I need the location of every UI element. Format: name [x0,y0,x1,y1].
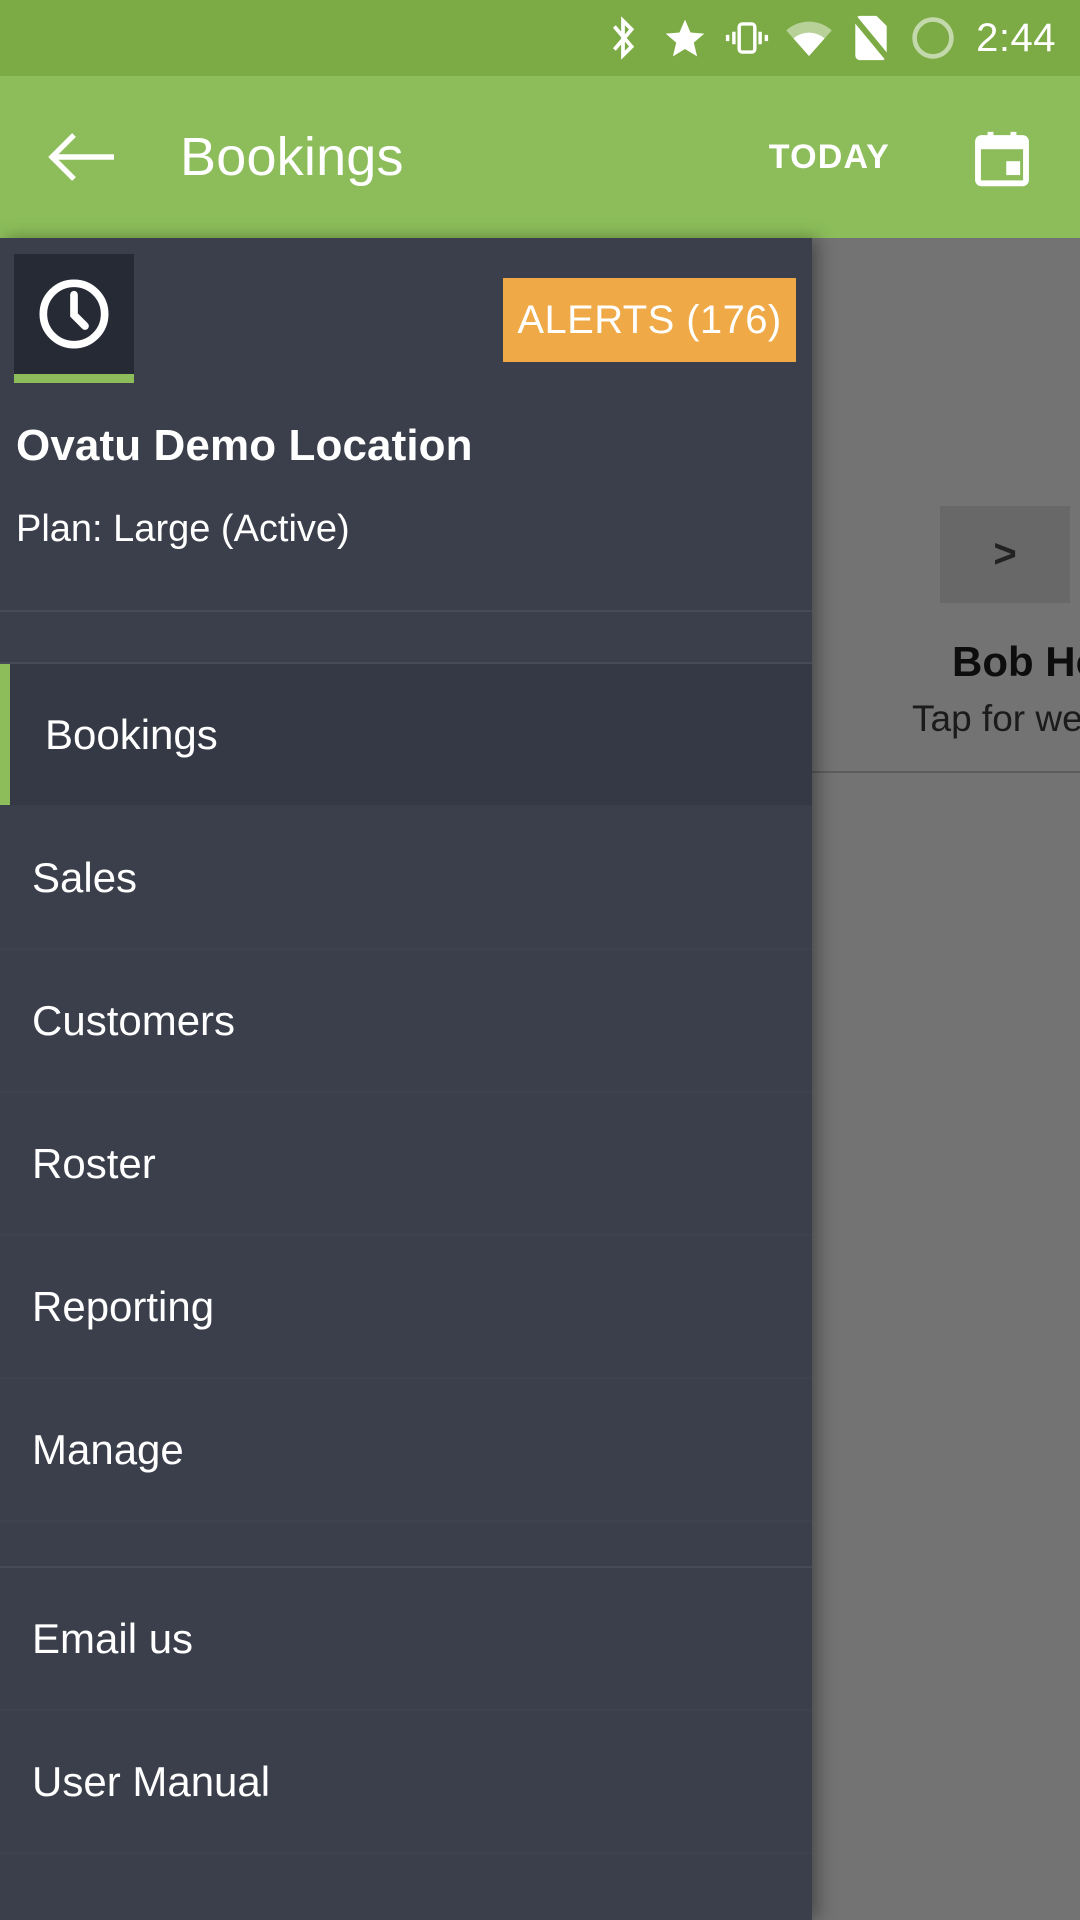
sidebar-item-label: Roster [32,1139,156,1187]
sidebar-item-label: Sales [32,853,138,901]
selection-accent-bar [0,1379,10,1520]
selection-accent-bar [0,1711,10,1852]
selection-accent-bar [0,664,10,805]
app-screen: > Bob Ho Tap for we + [0,0,1080,1920]
wifi-icon [778,0,840,76]
sidebar-item-reporting[interactable]: Reporting [0,1236,812,1379]
sidebar-item-label: Customers [32,996,236,1044]
status-bar: 2:44 [0,0,1080,76]
sidebar-item-label: Manage [32,1425,184,1473]
drawer-primary-nav: Bookings Sales Customers Roster Reporting Man… [0,664,812,1522]
status-icons: 2:44 [592,0,1066,76]
status-clock: 2:44 [976,15,1056,60]
drawer-secondary-nav: Email us User Manual [0,1568,812,1854]
today-button[interactable]: TODAY [769,76,890,238]
drawer-header: ALERTS (176) Ovatu Demo Location Plan: L… [0,238,812,610]
clock-icon [14,254,134,374]
navigation-drawer: ALERTS (176) Ovatu Demo Location Plan: L… [0,238,812,1920]
sim-card-off-icon [840,0,902,76]
back-arrow-icon[interactable] [42,117,122,197]
app-toolbar: Bookings TODAY [0,76,1080,238]
sidebar-item-label: User Manual [32,1757,271,1805]
sidebar-item-label: Reporting [32,1282,215,1330]
sidebar-item-customers[interactable]: Customers [0,950,812,1093]
selection-accent-bar [0,950,10,1091]
drawer-section-gap [0,1522,812,1568]
selection-accent-bar [0,807,10,948]
sidebar-item-user-manual[interactable]: User Manual [0,1711,812,1854]
clock-tab-indicator [14,374,134,383]
vibrate-icon [716,0,778,76]
clock-tab[interactable] [14,254,134,383]
sidebar-item-roster[interactable]: Roster [0,1093,812,1236]
alerts-button[interactable]: ALERTS (176) [503,278,796,362]
page-title: Bookings [180,127,404,187]
battery-icon [902,0,964,76]
sidebar-item-email-us[interactable]: Email us [0,1568,812,1711]
location-name: Ovatu Demo Location [16,421,473,470]
calendar-icon[interactable] [968,124,1036,192]
sidebar-item-label: Bookings [45,710,218,758]
sidebar-item-bookings[interactable]: Bookings [0,664,812,807]
sidebar-item-label: Email us [32,1614,194,1662]
sidebar-item-manage[interactable]: Manage [0,1379,812,1522]
selection-accent-bar [0,1093,10,1234]
plan-status: Plan: Large (Active) [16,508,350,550]
selection-accent-bar [0,1568,10,1709]
star-icon [654,0,716,76]
sidebar-item-sales[interactable]: Sales [0,807,812,950]
selection-accent-bar [0,1236,10,1377]
drawer-spacer [0,612,812,662]
bluetooth-icon [592,0,654,76]
